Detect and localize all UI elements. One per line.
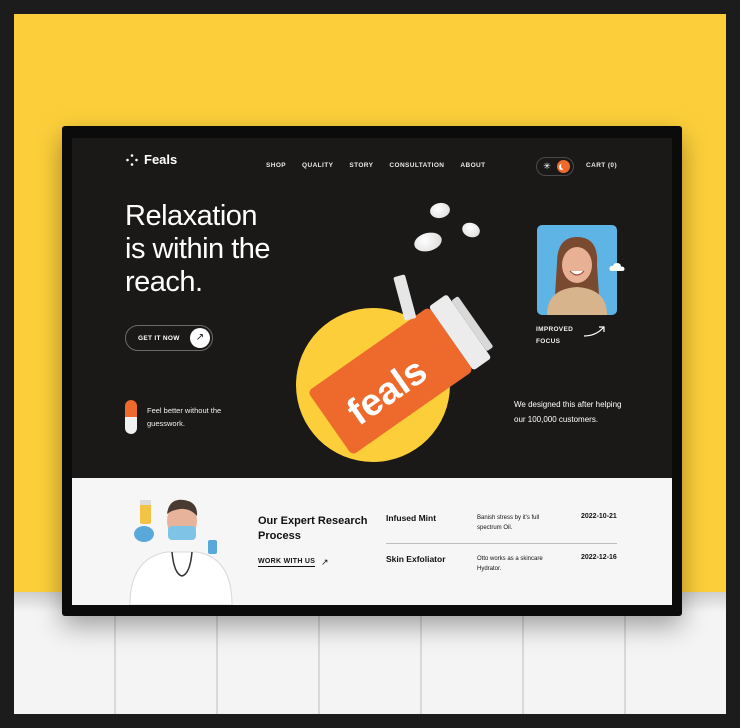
pill-tablet [460,220,482,240]
product-date: 2022-10-21 [581,513,617,520]
feel-better-text: Feel better without the guesswork. [147,406,222,428]
theme-toggle[interactable]: ✳ [536,157,574,176]
cta-label: GET IT NOW [138,335,180,342]
photo-scene: Feals SHOP QUALITY STORY CONSULTATION AB… [14,14,726,714]
nav-item-story[interactable]: STORY [349,162,373,169]
nav-item-quality[interactable]: QUALITY [302,162,333,169]
customer-portrait [537,225,617,315]
brand-name: Feals [144,152,178,167]
nav-item-consultation[interactable]: CONSULTATION [389,162,444,169]
research-title: Our Expert Research Process [258,515,368,542]
brand-logo[interactable]: Feals [126,152,177,167]
pill-tablet [428,201,452,220]
hero-section: Feals SHOP QUALITY STORY CONSULTATION AB… [72,138,672,478]
cart-link[interactable]: CART (0) [586,162,617,169]
product-name[interactable]: Skin Exfoliator [386,554,446,564]
product-description: Banish stress by it's full spectrum Oil. [477,515,540,531]
product-divider [386,543,617,544]
sparkle-logo-icon [126,153,138,166]
website-screen: Feals SHOP QUALITY STORY CONSULTATION AB… [72,138,672,605]
arrow-up-right-icon[interactable]: ↗ [321,557,329,568]
hero-headline: Relaxation is within the reach. [125,200,271,299]
cloud-icon [609,262,625,271]
designed-text: We designed this after helping our 100,0… [514,400,622,424]
work-with-us-link[interactable]: WORK WITH US [258,558,316,567]
get-it-now-button[interactable]: GET IT NOW ↗ [125,325,213,351]
product-description: Otto works as a skincare Hydrator. [477,556,543,572]
pill-tablet [412,229,444,255]
scientist-image [129,499,233,605]
headline-line-1: Relaxation [125,200,258,232]
nav-item-shop[interactable]: SHOP [266,162,286,169]
product-box: feals [309,274,493,454]
capsule-icon [125,400,137,434]
moon-icon[interactable] [557,160,570,173]
headline-line-2: is within the [125,233,271,265]
research-section: Our Expert Research Process WORK WITH US… [72,478,672,605]
curved-arrow-icon [583,326,605,337]
sun-icon[interactable]: ✳ [541,160,553,172]
nav-item-about[interactable]: ABOUT [460,162,485,169]
headline-line-3: reach. [125,266,203,298]
arrow-up-right-icon: ↗ [190,328,210,348]
picture-frame: Feals SHOP QUALITY STORY CONSULTATION AB… [62,126,682,616]
product-date: 2022-12-16 [581,554,617,561]
smiling-woman-image [547,237,607,315]
main-nav: SHOP QUALITY STORY CONSULTATION ABOUT [266,162,486,169]
product-name[interactable]: Infused Mint [386,513,436,523]
